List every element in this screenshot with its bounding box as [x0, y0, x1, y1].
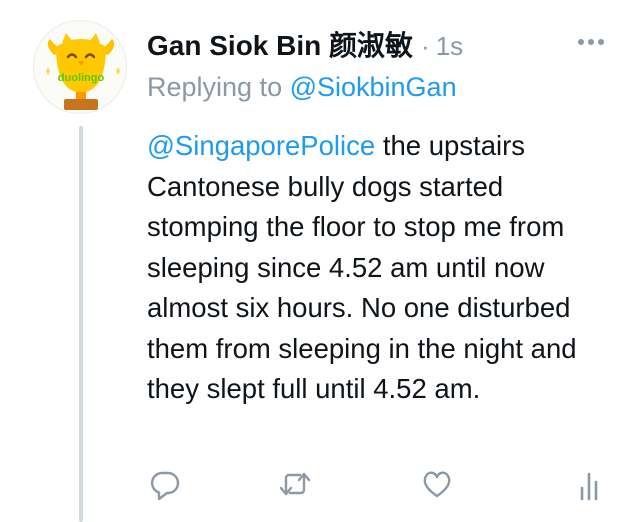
replying-to-line: Replying to @SiokbinGan — [147, 72, 457, 103]
reply-icon[interactable] — [147, 466, 183, 502]
analytics-icon[interactable] — [571, 466, 607, 502]
replying-to-handle[interactable]: @SiokbinGan — [290, 72, 457, 102]
retweet-icon[interactable] — [277, 466, 313, 502]
timestamp[interactable]: 1s — [436, 31, 463, 62]
replying-to-label: Replying to — [147, 72, 290, 102]
tweet-header: Gan Siok Bin 颜淑敏 · 1s — [147, 24, 463, 64]
author-name[interactable]: Gan Siok Bin 颜淑敏 — [147, 24, 413, 64]
more-horizontal-icon[interactable] — [576, 36, 606, 48]
tweet-body: @SingaporePolice the upstairs Cantonese … — [147, 126, 607, 410]
tweet-actions — [147, 466, 607, 502]
heart-icon[interactable] — [419, 466, 455, 502]
mention-link[interactable]: @SingaporePolice — [147, 130, 375, 161]
separator-dot: · — [421, 31, 430, 61]
duolingo-trophy-logo: duolingo — [46, 33, 120, 110]
thread-line — [79, 126, 83, 522]
tweet-text: the upstairs Cantonese bully dogs starte… — [147, 130, 577, 404]
avatar[interactable]: duolingo — [33, 20, 127, 114]
avatar-logo-text: duolingo — [58, 72, 105, 84]
